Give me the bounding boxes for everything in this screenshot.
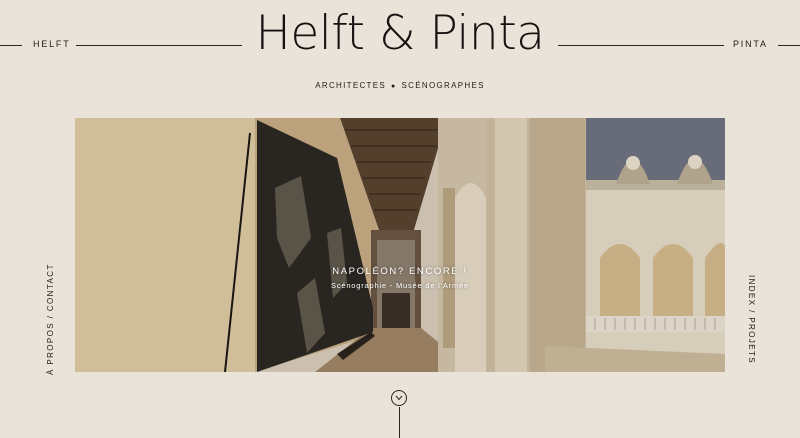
hero-photo	[75, 118, 725, 372]
nav-about-contact[interactable]: À PROPOS / CONTACT	[46, 263, 55, 375]
project-subtitle: Scénographie - Musée de l'Armée	[331, 281, 469, 290]
project-title[interactable]: NAPOLÉON? ENCORE !	[0, 266, 800, 277]
hero-caption[interactable]: NAPOLÉON? ENCORE ! Scénographie - Musée …	[0, 266, 800, 290]
tagline: ARCHITECTES ● SCÉNOGRAPHES	[0, 81, 800, 90]
tagline-scenographes: SCÉNOGRAPHES	[401, 81, 485, 90]
header-name-right: PINTA	[733, 39, 768, 49]
header-rule-right-inner	[558, 45, 724, 46]
bullet-icon: ●	[391, 83, 397, 90]
hero-image[interactable]	[75, 118, 725, 372]
tagline-architectes: ARCHITECTES	[315, 81, 387, 90]
brand-logo[interactable]: Helft & Pinta	[0, 6, 800, 61]
nav-index-projects[interactable]: INDEX / PROJETS	[747, 275, 756, 364]
scroll-line	[399, 407, 400, 438]
scroll-down-button[interactable]	[391, 390, 407, 406]
chevron-down-icon	[395, 395, 403, 401]
header-rule-right	[778, 45, 800, 46]
